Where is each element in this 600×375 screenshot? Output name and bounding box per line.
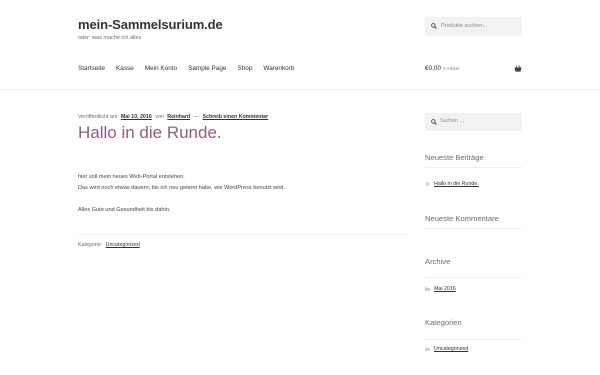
- meta-dash: —: [193, 114, 200, 120]
- sidebar-category-link[interactable]: Uncategorized: [434, 346, 468, 352]
- category-link[interactable]: Uncategorized: [106, 242, 140, 248]
- nav-item-startseite[interactable]: Startseite: [78, 65, 105, 75]
- category-label: Kategorie:: [78, 242, 103, 248]
- post-author-link[interactable]: Reinhard: [167, 114, 190, 120]
- product-search-field[interactable]: Produkte suchen…: [425, 17, 522, 36]
- post-divider: [78, 234, 408, 235]
- comment-link[interactable]: Schreib einen Kommentar: [203, 114, 269, 120]
- cart-amount: €0,00: [425, 65, 441, 72]
- post-date-link[interactable]: Mai 10, 2016: [121, 114, 152, 120]
- product-search-placeholder: Produkte suchen…: [441, 22, 488, 29]
- folder-icon: [425, 286, 430, 291]
- post-category: Kategorie: Uncategorized: [78, 242, 142, 248]
- post-title[interactable]: Hallo in die Runde.: [78, 123, 222, 143]
- categories-title: Kategorien: [425, 318, 462, 327]
- nav-item-kasse[interactable]: Kasse: [116, 65, 134, 75]
- meta-by: von: [155, 114, 164, 120]
- category-item: Uncategorized: [425, 346, 468, 352]
- nav-item-sample-page[interactable]: Sample Page: [188, 65, 226, 75]
- basket-icon: [514, 65, 522, 72]
- document-icon: [425, 181, 430, 186]
- search-icon: [431, 119, 437, 125]
- recent-post-link[interactable]: Hallo in die Runde.: [434, 181, 479, 187]
- widget-divider: [425, 339, 522, 340]
- archive-item: Mai 2016: [425, 286, 456, 292]
- widget-divider: [425, 277, 522, 278]
- widget-divider: [425, 167, 522, 168]
- header-cart[interactable]: €0,00 0 Artikel: [425, 65, 522, 75]
- nav-item-shop[interactable]: Shop: [237, 65, 252, 75]
- archive-link[interactable]: Mai 2016: [434, 286, 456, 292]
- archive-title: Archive: [425, 257, 451, 266]
- nav-item-mein-konto[interactable]: Mein Konto: [145, 65, 177, 75]
- widget-divider: [425, 228, 522, 229]
- site-header: mein-Sammelsurium.de oder: was mache ich…: [0, 0, 600, 90]
- folder-icon: [425, 346, 430, 351]
- sidebar-search-placeholder: Suchen …: [440, 118, 465, 124]
- primary-navigation: Startseite Kasse Mein Konto Sample Page …: [78, 65, 305, 75]
- cart-item-count: 0 Artikel: [443, 66, 460, 71]
- post-meta: Veröffentlicht am Mai 10, 2016 von Reinh…: [78, 114, 270, 120]
- post-paragraph-2: Das wird noch etwas dauern, bis ich neu …: [78, 185, 285, 191]
- nav-item-warenkorb[interactable]: Warenkorb: [263, 65, 294, 75]
- post-paragraph-3: Alles Gute und Gesundheit bis dahin.: [78, 207, 171, 213]
- search-icon: [431, 23, 437, 29]
- post-paragraph-1: hier soll mein neues Web-Portal entstehe…: [78, 174, 185, 180]
- recent-posts-title: Neueste Beiträge: [425, 153, 484, 162]
- sidebar-search-field[interactable]: Suchen …: [425, 113, 522, 131]
- site-description: oder: was mache ich alles: [78, 35, 142, 41]
- recent-post-item: Hallo in die Runde.: [425, 181, 479, 187]
- site-title[interactable]: mein-Sammelsurium.de: [78, 17, 223, 32]
- recent-comments-title: Neueste Kommentare: [425, 214, 499, 223]
- meta-prefix: Veröffentlicht am: [78, 114, 118, 120]
